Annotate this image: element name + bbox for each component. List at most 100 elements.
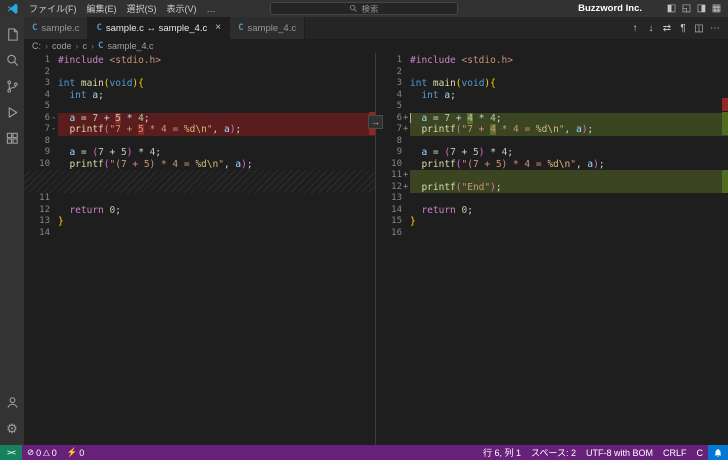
chevron-right-icon: › <box>91 41 94 51</box>
code-line[interactable]: 13 <box>376 193 728 205</box>
ports-status[interactable]: ⚡ 0 <box>62 447 90 458</box>
line-gutter: 6- <box>24 113 58 125</box>
code-line[interactable]: 6- a = 7 + 5 * 4; <box>24 113 375 125</box>
code-line[interactable]: 3int main(void){ <box>24 78 375 90</box>
code-line[interactable]: 2 <box>376 67 728 79</box>
diff-added-marker <box>722 112 728 135</box>
encoding[interactable]: UTF-8 with BOM <box>581 448 658 458</box>
apply-change-arrow-icon[interactable]: → <box>368 115 383 129</box>
code-line[interactable]: 7- printf("7 + 5 * 4 = %d\n", a); <box>24 124 375 136</box>
c-language-icon: C <box>238 23 243 33</box>
code-line[interactable]: 1#include <stdio.h> <box>376 55 728 67</box>
code-line[interactable]: 2 <box>24 67 375 79</box>
next-change-icon[interactable]: ↓ <box>644 23 658 34</box>
menu-view[interactable]: 表示(V) <box>162 2 202 15</box>
more-actions-icon[interactable]: ⋯ <box>708 23 722 34</box>
menu-selection[interactable]: 選択(S) <box>122 2 162 15</box>
customize-layout-icon[interactable]: ▦ <box>709 3 724 14</box>
vscode-window: ファイル(F)編集(E)選択(S)表示(V)… 検索 Buzzword Inc.… <box>0 0 728 460</box>
code-line[interactable]: 10 printf("(7 + 5) * 4 = %d\n", a); <box>24 159 375 171</box>
breadcrumb-file[interactable]: sample_4.c <box>107 41 153 51</box>
code-token: %d <box>536 124 547 135</box>
code-line[interactable]: 7+ printf("7 + 4 * 4 = %d\n", a); <box>376 124 728 136</box>
diff-modified-pane[interactable]: 1#include <stdio.h>23int main(void){4 in… <box>376 53 728 445</box>
code-line[interactable]: 15} <box>376 216 728 228</box>
tab-sample-c[interactable]: C sample.c <box>24 17 88 39</box>
line-gutter: 1 <box>376 55 410 67</box>
menu-overflow[interactable]: … <box>202 4 221 14</box>
run-debug-icon[interactable] <box>0 99 24 125</box>
code-line[interactable]: 10 printf("(7 + 5) * 4 = %d\n", a); <box>376 159 728 171</box>
code-line[interactable]: 4 int a; <box>24 90 375 102</box>
code-line[interactable]: 9 a = (7 + 5) * 4; <box>376 147 728 159</box>
diff-original-pane[interactable]: 1#include <stdio.h>23int main(void){4 in… <box>24 53 376 445</box>
code-line[interactable]: 14 return 0; <box>376 205 728 217</box>
code-text: printf("(7 + 5) * 4 = %d\n", a); <box>410 159 728 171</box>
whitespace-icon[interactable]: ¶ <box>676 23 690 34</box>
menu-edit[interactable]: 編集(E) <box>82 2 122 15</box>
language-mode[interactable]: C <box>692 448 709 458</box>
toggle-secondary-sidebar-icon[interactable]: ◨ <box>694 3 709 14</box>
toggle-primary-sidebar-icon[interactable]: ◧ <box>664 3 679 14</box>
source-control-icon[interactable] <box>0 73 24 99</box>
account-icon[interactable] <box>0 389 24 415</box>
breadcrumb[interactable]: C: › code › c › C sample_4.c <box>24 39 728 53</box>
toggle-panel-icon[interactable]: ◱ <box>679 3 694 14</box>
tab-diff-sample[interactable]: C sample.c ↔ sample_4.c × <box>88 17 230 39</box>
code-token: { <box>490 78 496 89</box>
line-gutter: 8 <box>24 136 58 148</box>
command-center-search[interactable]: 検索 <box>270 2 458 15</box>
tab-label: sample_4.c <box>248 23 297 34</box>
code-token: + <box>104 147 121 158</box>
code-text <box>410 228 728 240</box>
indentation[interactable]: スペース: 2 <box>526 446 581 459</box>
code-line[interactable]: 11 <box>24 193 375 205</box>
line-gutter: 4 <box>24 90 58 102</box>
code-line[interactable]: 9 a = (7 + 5) * 4; <box>24 147 375 159</box>
code-line[interactable]: 12+ printf("End"); <box>376 182 728 194</box>
code-token: ; <box>467 205 473 216</box>
code-token: printf <box>421 159 455 170</box>
code-line[interactable]: 3int main(void){ <box>376 78 728 90</box>
overview-ruler[interactable] <box>369 53 375 445</box>
code-line[interactable]: 5 <box>376 101 728 113</box>
code-text <box>58 101 375 113</box>
code-line[interactable]: 1#include <stdio.h> <box>24 55 375 67</box>
code-token: , <box>565 124 576 135</box>
explorer-icon[interactable] <box>0 21 24 47</box>
code-line[interactable]: 14 <box>24 228 375 240</box>
code-token: , <box>224 159 235 170</box>
split-editor-icon[interactable]: ◫ <box>692 23 706 34</box>
breadcrumb-drive[interactable]: C: <box>32 41 41 51</box>
code-token <box>58 159 69 170</box>
code-line[interactable]: 8 <box>24 136 375 148</box>
code-line[interactable]: 12 return 0; <box>24 205 375 217</box>
tab-sample4-c[interactable]: C sample_4.c <box>230 17 305 39</box>
remote-indicator[interactable]: >< <box>0 445 22 460</box>
problems-status[interactable]: ⊘ 0 △ 0 <box>22 447 62 458</box>
code-line[interactable]: 11+ <box>376 170 728 182</box>
editor-actions: ↑↓⇄¶◫⋯ <box>628 17 728 39</box>
extensions-icon[interactable] <box>0 125 24 151</box>
diff-filler-region[interactable] <box>24 170 375 193</box>
search-sidebar-icon[interactable] <box>0 47 24 73</box>
code-line[interactable]: 16 <box>376 228 728 240</box>
code-token: ; <box>450 90 456 101</box>
code-line[interactable]: 8 <box>376 136 728 148</box>
overview-ruler[interactable] <box>722 53 728 445</box>
code-line[interactable]: 6+ a = 7 + 4 * 4; <box>376 113 728 125</box>
previous-change-icon[interactable]: ↑ <box>628 23 642 34</box>
tab-close-icon[interactable]: × <box>215 23 221 33</box>
breadcrumb-folder[interactable]: code <box>52 41 72 51</box>
code-line[interactable]: 5 <box>24 101 375 113</box>
cursor-position[interactable]: 行 6, 列 1 <box>478 446 526 459</box>
menu-file[interactable]: ファイル(F) <box>24 2 82 15</box>
breadcrumb-folder[interactable]: c <box>83 41 88 51</box>
code-token: \n <box>547 124 558 135</box>
code-line[interactable]: 4 int a; <box>376 90 728 102</box>
swap-sides-icon[interactable]: ⇄ <box>660 23 674 34</box>
notifications-bell-icon[interactable] <box>708 445 728 460</box>
eol-sequence[interactable]: CRLF <box>658 448 692 458</box>
code-line[interactable]: 13} <box>24 216 375 228</box>
settings-gear-icon[interactable]: ⚙ <box>0 415 24 441</box>
